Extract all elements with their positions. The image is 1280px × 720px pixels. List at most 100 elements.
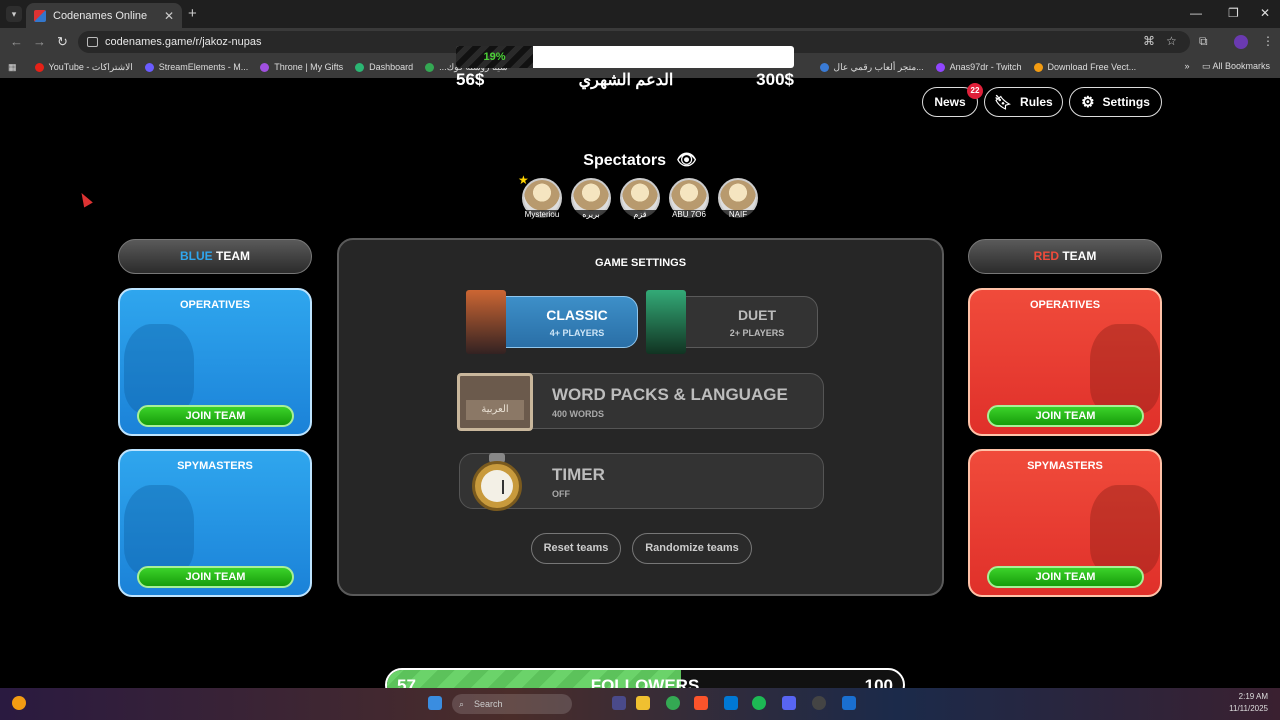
discord-icon[interactable] <box>782 696 796 710</box>
site-info-icon[interactable] <box>87 37 98 47</box>
classic-title: CLASSIC <box>546 307 608 323</box>
word-packs-title: WORD PACKS & LANGUAGE <box>552 385 788 404</box>
spectator-name: ABU 7O6 <box>664 210 714 219</box>
throne-icon <box>260 62 270 72</box>
bookmark-item[interactable]: Download Free Vect... <box>1033 62 1137 72</box>
classic-subtitle: 4+ PLAYERS <box>549 328 605 338</box>
menu-icon[interactable]: ⋮ <box>1262 34 1274 48</box>
close-tab-icon[interactable]: ✕ <box>164 9 174 23</box>
spectator-avatar[interactable]: ABU 7O6 <box>664 178 714 222</box>
red-spymasters-join-button[interactable]: JOIN TEAM <box>987 566 1144 588</box>
blue-operatives-card: OPERATIVES JOIN TEAM <box>118 288 312 436</box>
youtube-icon <box>34 62 44 72</box>
brave-icon[interactable] <box>694 696 708 710</box>
spectator-list: Mysteriou ★ بريره قزم ABU 7O6 NAIF <box>517 173 763 222</box>
spectator-avatar[interactable]: NAIF <box>713 178 763 222</box>
steam-icon[interactable] <box>842 696 856 710</box>
bookmark-item[interactable]: YouTube - الاشتراكات <box>34 61 133 73</box>
spectator-avatar[interactable]: قزم <box>615 178 665 222</box>
spectator-name: بريره <box>566 210 616 219</box>
windows-start-icon[interactable] <box>428 696 442 710</box>
randomize-teams-button[interactable]: Randomize teams <box>632 533 752 564</box>
bookmark-label: Dashboard <box>369 62 414 72</box>
red-operatives-join-button[interactable]: JOIN TEAM <box>987 405 1144 427</box>
spectator-name: NAIF <box>713 210 763 219</box>
bookmark-label: Throne | My Gifts <box>274 62 344 72</box>
blue-operatives-join-button[interactable]: JOIN TEAM <box>137 405 294 427</box>
tab-search-icon[interactable]: ▾ <box>6 6 22 22</box>
spymaster-illustration <box>1090 485 1160 575</box>
settings-label: Settings <box>1102 95 1150 109</box>
apps-icon[interactable]: ▦ <box>8 62 17 73</box>
bookmark-item[interactable]: Anas97dr - Twitch <box>935 62 1022 72</box>
reload-icon[interactable]: ↻ <box>57 34 68 50</box>
bookmark-label: Download Free Vect... <box>1047 62 1137 72</box>
clock-date: 11/11/2025 <box>1229 704 1268 713</box>
browser-tab-bar: ▾ Codenames Online ✕ + — ❐ ✕ <box>0 0 1280 28</box>
donation-progress-fill: 19% <box>456 46 534 68</box>
close-window-icon[interactable]: ✕ <box>1260 6 1270 20</box>
windows-taskbar: ⌕ Search 2:19 AM 11/11/2025 <box>0 688 1280 720</box>
bookmark-icon: 🔖︎ <box>994 93 1013 110</box>
bookmark-label: متجر ألعاب رقمي عال... <box>833 61 924 72</box>
rules-label: Rules <box>1020 95 1053 109</box>
maximize-icon[interactable]: ❐ <box>1228 6 1239 20</box>
blue-spymasters-join-button[interactable]: JOIN TEAM <box>137 566 294 588</box>
spectator-avatar[interactable]: Mysteriou ★ <box>517 173 567 222</box>
red-spymasters-card: SPYMASTERS JOIN TEAM <box>968 449 1162 597</box>
obs-icon[interactable] <box>812 696 826 710</box>
browser-tab[interactable]: Codenames Online ✕ <box>26 3 182 28</box>
bookmark-label: YouTube - الاشتراكات <box>48 61 133 72</box>
translate-icon[interactable]: ⌘ <box>1143 34 1155 48</box>
profile-avatar[interactable] <box>1234 35 1248 49</box>
url-text: codenames.game/r/jakoz-nupas <box>105 36 262 48</box>
taskview-icon[interactable] <box>612 696 626 710</box>
new-tab-icon[interactable]: + <box>188 5 197 22</box>
settings-button[interactable]: ⚙ Settings <box>1069 87 1162 117</box>
search-icon: ⌕ <box>459 699 465 709</box>
reset-teams-button[interactable]: Reset teams <box>531 533 621 564</box>
weather-icon[interactable] <box>12 696 26 710</box>
spectator-name: قزم <box>615 210 665 219</box>
back-icon[interactable]: ← <box>10 34 23 49</box>
bookmark-item[interactable]: StreamElements - M... <box>144 62 248 72</box>
codenames-favicon-icon <box>34 9 46 22</box>
game-settings-panel: GAME SETTINGS CLASSIC 4+ PLAYERS DUET 2+… <box>337 238 944 596</box>
operative-illustration <box>1090 324 1160 414</box>
taskbar-search-input[interactable]: ⌕ Search <box>452 694 572 714</box>
minimize-icon[interactable]: — <box>1190 6 1202 20</box>
language-sign-icon: العربية <box>457 373 533 431</box>
chrome-icon[interactable] <box>666 696 680 710</box>
file-explorer-icon[interactable] <box>636 696 650 710</box>
timer-subtitle: OFF <box>552 489 570 499</box>
all-bookmarks-button[interactable]: » ▭ All Bookmarks <box>1184 61 1270 72</box>
donation-progress-bar: 19% <box>456 46 794 68</box>
spectator-avatar[interactable]: بريره <box>566 178 616 222</box>
store-icon[interactable] <box>724 696 738 710</box>
language-sign-label: العربية <box>466 400 524 420</box>
red-team-word: TEAM <box>1062 249 1097 263</box>
store-icon <box>819 62 829 72</box>
operative-illustration <box>124 324 194 414</box>
all-bookmarks-label: All Bookmarks <box>1212 61 1270 71</box>
dashboard-icon <box>355 62 365 72</box>
tab-title: Codenames Online <box>53 9 148 22</box>
bookmark-item[interactable]: Dashboard <box>355 62 413 72</box>
rules-button[interactable]: 🔖︎ Rules <box>984 87 1063 117</box>
forward-icon[interactable]: → <box>33 34 46 49</box>
mouse-cursor-icon <box>77 190 93 208</box>
duet-subtitle: 2+ PLAYERS <box>729 328 785 338</box>
bookmark-item[interactable]: Throne | My Gifts <box>260 62 343 72</box>
system-clock[interactable]: 2:19 AM 11/11/2025 <box>1229 691 1268 715</box>
news-button[interactable]: News 22 <box>922 83 983 117</box>
spectator-name: Mysteriou <box>517 210 567 219</box>
extensions-icon[interactable]: ⧉ <box>1199 34 1208 49</box>
red-operatives-card: OPERATIVES JOIN TEAM <box>968 288 1162 436</box>
bookmark-item[interactable]: متجر ألعاب رقمي عال... <box>819 61 924 73</box>
spotify-icon[interactable] <box>752 696 766 710</box>
gear-icon: ⚙ <box>1081 94 1095 111</box>
bookmark-star-icon[interactable]: ☆ <box>1166 34 1177 48</box>
duet-title: DUET <box>737 307 777 323</box>
blue-team-color-word: BLUE <box>179 249 213 263</box>
stopwatch-icon <box>472 453 522 511</box>
